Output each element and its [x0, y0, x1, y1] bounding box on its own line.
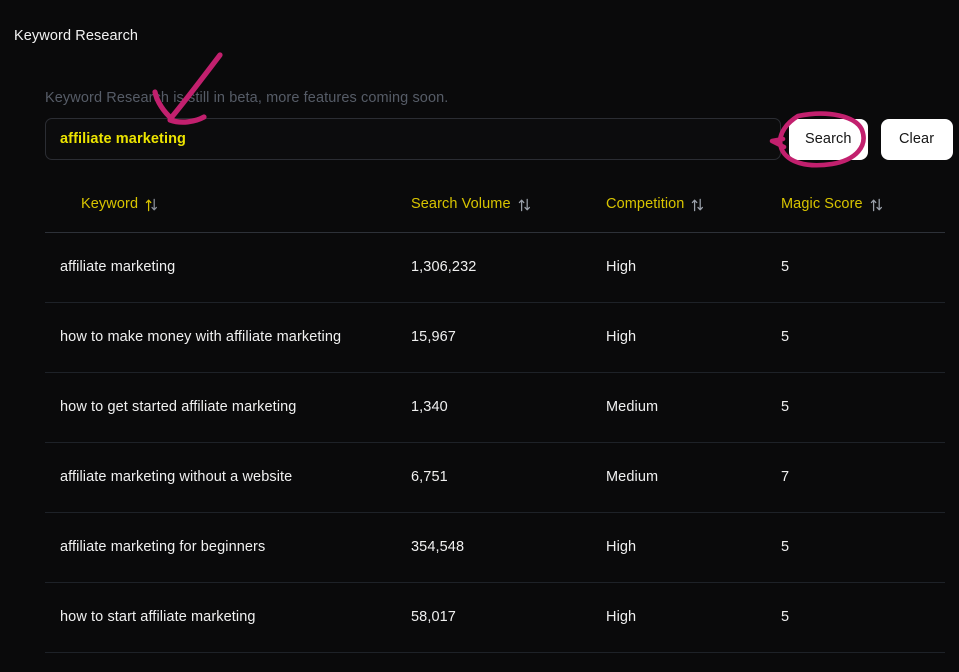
- cell-keyword: how to start affiliate marketing: [45, 582, 411, 653]
- search-input[interactable]: [45, 118, 781, 160]
- table-row[interactable]: how to make money with affiliate marketi…: [45, 302, 945, 373]
- table-row[interactable]: affiliate marketing without a website 6,7…: [45, 442, 945, 513]
- clear-button[interactable]: Clear: [880, 118, 953, 160]
- cell-competition: High: [606, 512, 781, 583]
- cell-keyword: affiliate marketing without a website: [45, 442, 411, 513]
- cell-search-volume: 1,306,232: [411, 232, 606, 303]
- cell-competition: Medium: [606, 372, 781, 443]
- cell-search-volume: 6,751: [411, 442, 606, 513]
- column-header-keyword-label: Keyword: [81, 196, 139, 212]
- cell-keyword: affiliate marketing tutorial: [45, 652, 411, 672]
- content-header: Keyword Research is still in beta, more …: [45, 88, 945, 108]
- column-header-competition-label: Competition: [606, 196, 685, 212]
- column-header-search-volume[interactable]: Search Volume: [411, 196, 606, 233]
- cell-search-volume: 1,340: [411, 372, 606, 443]
- cell-magic-score: 5: [781, 582, 945, 653]
- cell-magic-score: 5: [781, 512, 945, 583]
- cell-keyword: affiliate marketing for beginners: [45, 512, 411, 583]
- cell-search-volume: 14,334: [411, 652, 606, 672]
- sort-updown-icon[interactable]: [518, 198, 531, 212]
- cell-magic-score: 5: [781, 652, 945, 672]
- table-row[interactable]: how to start affiliate marketing 58,017 Hi…: [45, 582, 945, 653]
- sort-updown-icon[interactable]: [691, 198, 704, 212]
- cell-competition: High: [606, 232, 781, 303]
- cell-search-volume: 15,967: [411, 302, 606, 373]
- table-row[interactable]: affiliate marketing 1,306,232 High 5: [45, 232, 945, 303]
- cell-keyword: how to get started affiliate marketing: [45, 372, 411, 443]
- cell-competition: High: [606, 652, 781, 672]
- column-header-magic-score[interactable]: Magic Score: [781, 196, 945, 233]
- cell-magic-score: 5: [781, 372, 945, 443]
- cell-competition: Medium: [606, 442, 781, 513]
- cell-competition: High: [606, 302, 781, 373]
- cell-competition: High: [606, 582, 781, 653]
- cell-magic-score: 5: [781, 302, 945, 373]
- column-header-competition[interactable]: Competition: [606, 196, 781, 233]
- page-title: Keyword Research: [14, 28, 139, 44]
- table-row[interactable]: affiliate marketing tutorial14,334High5: [45, 652, 945, 672]
- cell-keyword: affiliate marketing: [45, 232, 411, 303]
- cell-search-volume: 354,548: [411, 512, 606, 583]
- sort-updown-icon[interactable]: [870, 198, 883, 212]
- table-body: affiliate marketing 1,306,232 High 5 how to …: [45, 232, 945, 672]
- search-button[interactable]: Search: [789, 118, 868, 160]
- cell-search-volume: 58,017: [411, 582, 606, 653]
- beta-notice: Keyword Research is still in beta, more …: [45, 90, 449, 106]
- cell-magic-score: 7: [781, 442, 945, 513]
- column-header-magic-score-label: Magic Score: [781, 196, 863, 212]
- column-header-keyword[interactable]: Keyword: [45, 196, 411, 233]
- cell-keyword: how to make money with affiliate marketi…: [45, 302, 411, 373]
- table-header-row: Keyword Search Volume Competition Magic …: [45, 196, 945, 233]
- column-header-search-volume-label: Search Volume: [411, 196, 511, 212]
- sort-updown-icon[interactable]: [145, 198, 158, 212]
- cell-magic-score: 5: [781, 232, 945, 303]
- keyword-results-table: Keyword Search Volume Competition Magic …: [45, 196, 945, 672]
- search-row: Search Clear: [45, 118, 959, 160]
- table-header: Keyword Search Volume Competition Magic …: [45, 196, 945, 233]
- table-row[interactable]: how to get started affiliate marketing 1,…: [45, 372, 945, 443]
- table-row[interactable]: affiliate marketing for beginners 354,548…: [45, 512, 945, 583]
